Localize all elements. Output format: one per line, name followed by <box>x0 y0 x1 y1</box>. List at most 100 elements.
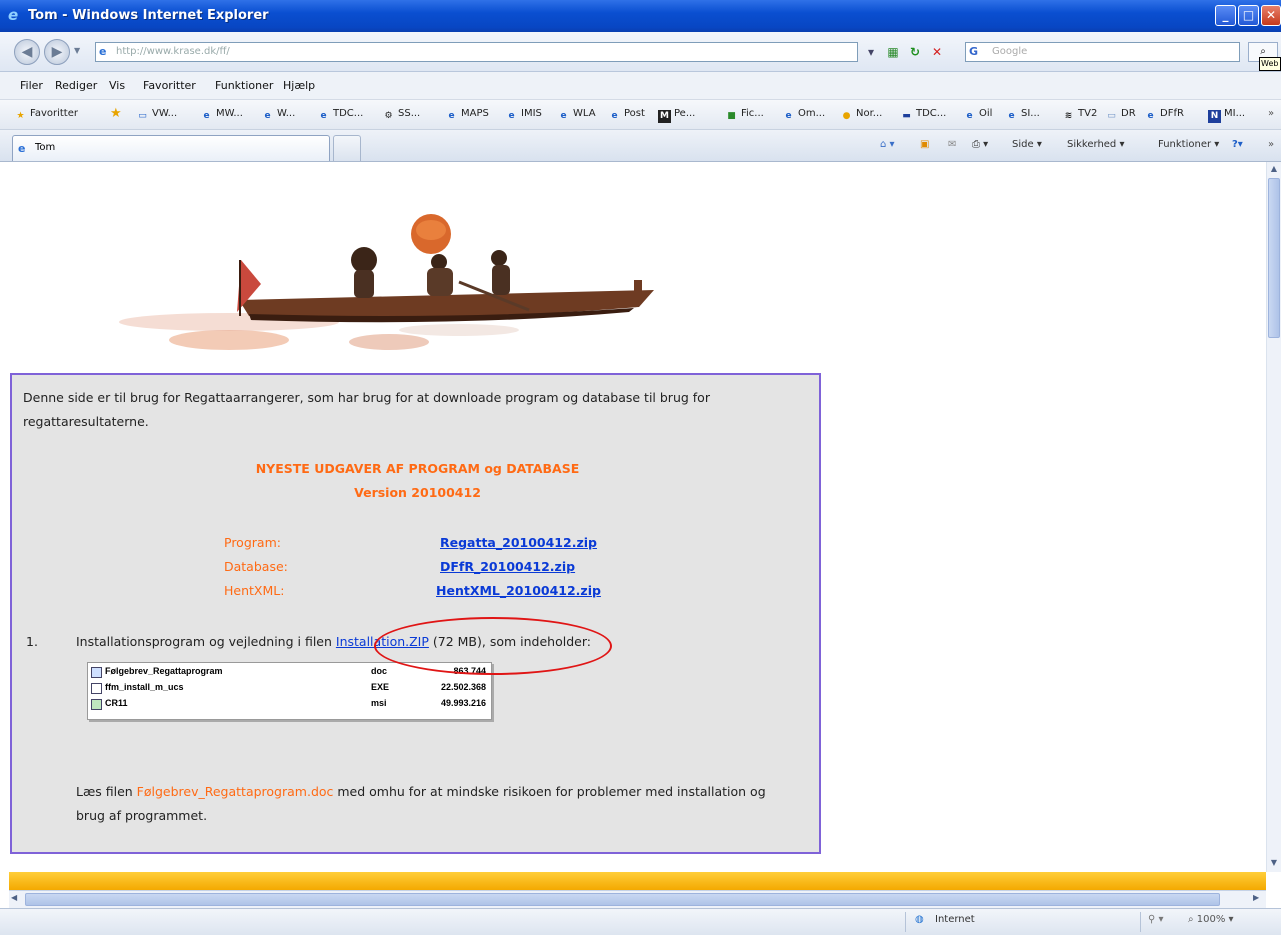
favorites-label: Favoritter <box>30 108 78 119</box>
fav-item[interactable]: e Post <box>608 108 645 123</box>
fav-item[interactable]: e MAPS <box>445 108 489 123</box>
fav-label: DFfR <box>1160 108 1184 119</box>
file-listing-image: Følgebrev_Regattaprogram doc 863.744 ffm… <box>87 662 492 720</box>
search-input[interactable]: G Google <box>965 42 1240 62</box>
fav-item[interactable]: N MI... <box>1208 108 1245 123</box>
note-text: Læs filen Følgebrev_Regattaprogram.doc m… <box>76 780 796 828</box>
program-download-link[interactable]: Regatta_20100412.zip <box>440 535 597 550</box>
site-icon: ■ <box>727 111 736 121</box>
fav-item[interactable]: M Pe... <box>658 108 695 123</box>
favorites-bar: ★ Favoritter ★ ▭ VW... e MW... e W... e TDC..… <box>0 100 1281 130</box>
menu-favorites[interactable]: Favoritter <box>143 79 196 92</box>
scroll-thumb[interactable] <box>1268 178 1280 338</box>
address-dropdown-icon[interactable]: ▾ <box>862 43 880 61</box>
address-url: http://www.krase.dk/ff/ <box>116 46 230 57</box>
fav-item[interactable]: e SI... <box>1005 108 1039 123</box>
step1-text: Installationsprogram og vejledning i fil… <box>76 634 591 649</box>
ie-page-icon: e <box>611 111 618 121</box>
scroll-down-icon[interactable]: ▼ <box>1267 856 1281 870</box>
installation-zip-link[interactable]: Installation.ZIP <box>336 634 429 649</box>
fav-item[interactable]: e W... <box>261 108 295 123</box>
back-button[interactable]: ◀ <box>14 39 40 65</box>
vertical-scrollbar[interactable]: ▲ ▼ <box>1266 162 1281 872</box>
fav-item[interactable]: e DFfR <box>1144 108 1184 123</box>
fav-item[interactable]: e TDC... <box>317 108 363 123</box>
file-size: 863.744 <box>453 666 486 676</box>
minimize-button[interactable]: _ <box>1215 5 1236 26</box>
stop-icon[interactable]: ✕ <box>928 43 946 61</box>
more-commands-icon[interactable]: » <box>1268 139 1274 150</box>
protected-mode-icon[interactable]: ⚲ ▾ <box>1148 914 1164 925</box>
note-text-before: Læs filen <box>76 784 137 799</box>
file-row: Følgebrev_Regattaprogram doc 863.744 <box>91 666 487 680</box>
file-type: msi <box>371 698 387 708</box>
file-size: 22.502.368 <box>440 682 486 692</box>
fav-item[interactable]: ● Nor... <box>840 108 883 123</box>
refresh-icon[interactable]: ↻ <box>906 43 924 61</box>
window-title: Tom - Windows Internet Explorer <box>28 8 269 23</box>
fav-item[interactable]: ⚙ SS... <box>382 108 420 123</box>
help-icon[interactable]: ?▾ <box>1232 139 1243 150</box>
print-icon[interactable]: ⎙ ▾ <box>972 139 988 150</box>
horizontal-scrollbar[interactable]: ◀ ▶ <box>9 890 1266 908</box>
maximize-button[interactable]: □ <box>1238 5 1259 26</box>
more-favorites-icon[interactable]: » <box>1268 108 1274 119</box>
safety-menu[interactable]: Sikkerhed ▾ <box>1067 139 1124 150</box>
menu-help[interactable]: Hjælp <box>283 79 315 92</box>
gear-icon: ⚙ <box>384 111 393 121</box>
site-icon: ▭ <box>138 111 147 121</box>
fav-item[interactable]: ▭ VW... <box>136 108 177 123</box>
address-input[interactable]: e http://www.krase.dk/ff/ <box>95 42 858 62</box>
ie-logo-icon: e <box>8 6 19 24</box>
zoom-control[interactable]: ⌕ 100% ▾ <box>1188 914 1234 925</box>
fav-item[interactable]: ▭ DR <box>1105 108 1135 123</box>
menu-bar: Filer Rediger Vis Favoritter Funktioner … <box>0 72 1281 100</box>
address-toolbar: ◀ ▶ ▼ e http://www.krase.dk/ff/ ▾ ▦ ↻ ✕ … <box>0 32 1281 72</box>
compatibility-icon[interactable]: ▦ <box>884 43 902 61</box>
menu-tools[interactable]: Funktioner <box>215 79 273 92</box>
menu-edit[interactable]: Rediger <box>55 79 97 92</box>
fav-item[interactable]: ■ Fic... <box>725 108 764 123</box>
page-icon: e <box>99 45 107 58</box>
close-button[interactable]: ✕ <box>1261 5 1281 26</box>
file-name: CR11 <box>105 698 128 708</box>
tab-label: Tom <box>35 142 56 153</box>
h-scroll-thumb[interactable] <box>25 893 1220 906</box>
version-heading: Version 20100412 <box>354 485 481 500</box>
fav-item[interactable]: e Oil <box>963 108 992 123</box>
scroll-right-icon[interactable]: ▶ <box>1253 893 1259 902</box>
feeds-icon[interactable]: ▣ <box>920 139 929 150</box>
fav-item[interactable]: e IMIS <box>505 108 541 123</box>
hentxml-download-link[interactable]: HentXML_20100412.zip <box>436 583 601 598</box>
ie-page-icon: e <box>560 111 567 121</box>
database-download-link[interactable]: DFfR_20100412.zip <box>440 559 575 574</box>
fav-label: TDC... <box>333 108 364 119</box>
file-type: doc <box>371 666 388 676</box>
new-tab-button[interactable] <box>333 135 361 161</box>
page-footer-bar <box>9 872 1266 890</box>
forward-button[interactable]: ▶ <box>44 39 70 65</box>
menu-view[interactable]: Vis <box>109 79 125 92</box>
fav-item[interactable]: ▬ TDC... <box>900 108 946 123</box>
title-bar: e Tom - Windows Internet Explorer _ □ ✕ <box>0 0 1281 32</box>
fav-label: MAPS <box>461 108 489 119</box>
scroll-up-icon[interactable]: ▲ <box>1267 162 1281 176</box>
fav-label: Nor... <box>856 108 883 119</box>
note-file-name: Følgebrev_Regattaprogram.doc <box>136 784 334 799</box>
read-mail-icon[interactable]: ✉ <box>948 139 956 150</box>
tab-tom[interactable]: e Tom <box>12 135 330 161</box>
history-dropdown-icon[interactable]: ▼ <box>74 46 80 55</box>
fav-item[interactable]: e Om... <box>782 108 825 123</box>
fav-item[interactable]: e WLA <box>557 108 595 123</box>
fav-item[interactable]: e MW... <box>200 108 242 123</box>
status-bar: ◍ Internet ⚲ ▾ ⌕ 100% ▾ <box>0 908 1281 935</box>
page-menu[interactable]: Side ▾ <box>1012 139 1042 150</box>
fav-label: Fic... <box>741 108 764 119</box>
scroll-left-icon[interactable]: ◀ <box>11 893 17 902</box>
add-favorite-icon[interactable]: ★ <box>110 106 122 121</box>
favorites-button[interactable]: ★ Favoritter <box>14 108 78 123</box>
menu-file[interactable]: Filer <box>20 79 43 92</box>
fav-item[interactable]: ≋ TV2 <box>1062 108 1098 123</box>
tools-menu[interactable]: Funktioner ▾ <box>1158 139 1219 150</box>
home-icon[interactable]: ⌂ ▾ <box>880 139 895 150</box>
